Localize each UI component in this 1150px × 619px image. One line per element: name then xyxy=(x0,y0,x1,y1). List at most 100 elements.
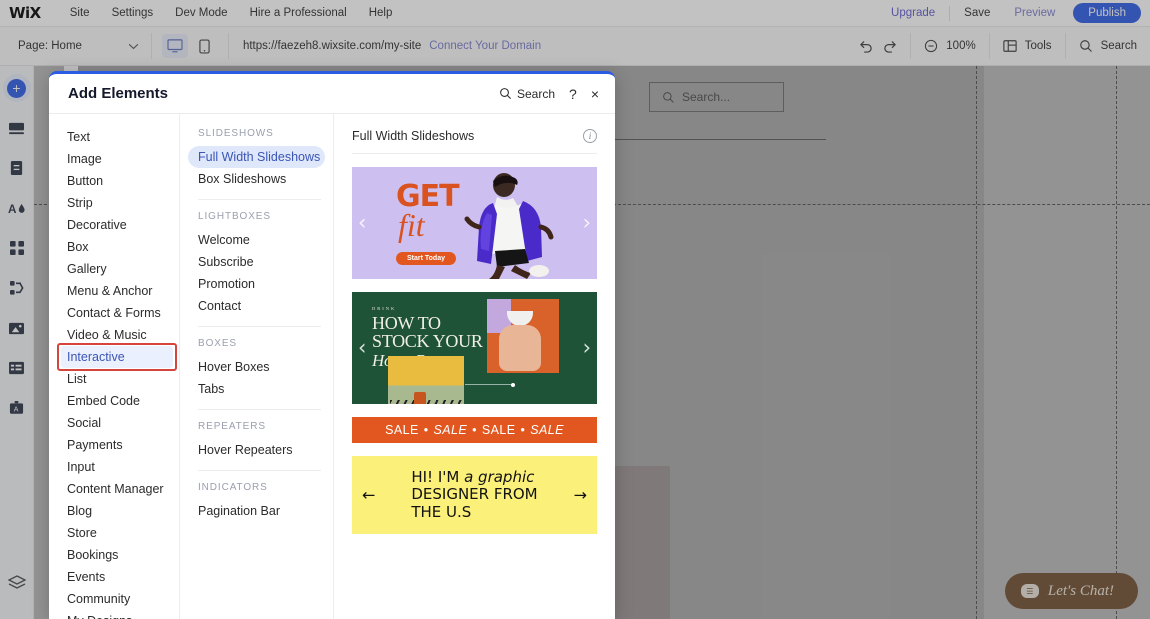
panel-search-button[interactable]: Search xyxy=(499,87,555,101)
category-menu-anchor[interactable]: Menu & Anchor xyxy=(49,280,179,302)
thumb-fitness-cta: Start Today xyxy=(396,252,456,265)
preview-column: Full Width Slideshows i GET fit Start To… xyxy=(334,114,615,619)
category-input[interactable]: Input xyxy=(49,456,179,478)
group-heading-lightboxes: LIGHTBOXES xyxy=(198,211,271,222)
site-design-button[interactable]: A xyxy=(3,194,31,222)
page-selector[interactable]: Page: Home xyxy=(0,27,151,66)
top-menu-bar: WiX Site Settings Dev Mode Hire a Profes… xyxy=(0,0,1150,27)
category-image[interactable]: Image xyxy=(49,148,179,170)
group-heading-indicators: INDICATORS xyxy=(198,482,268,493)
wix-editor-screen: Search... Portfolio d! The Flat t ious ☰… xyxy=(0,0,1150,619)
slideshow-thumb-designer[interactable]: ← HI! I'M a graphic DESIGNER FROM THE U.… xyxy=(352,456,597,534)
subitem-contact[interactable]: Contact xyxy=(180,295,333,317)
category-blog[interactable]: Blog xyxy=(49,500,179,522)
thumb-prev-arrow[interactable]: ‹ xyxy=(358,337,366,359)
category-community[interactable]: Community xyxy=(49,588,179,610)
subitem-hover-repeaters[interactable]: Hover Repeaters xyxy=(180,439,333,461)
category-list[interactable]: List xyxy=(49,368,179,390)
top-bar-actions: Upgrade Save Preview Publish xyxy=(879,3,1150,23)
subitem-subscribe[interactable]: Subscribe xyxy=(180,251,333,273)
subitem-tabs[interactable]: Tabs xyxy=(180,378,333,400)
connect-domain-link[interactable]: Connect Your Domain xyxy=(429,40,541,52)
info-icon[interactable]: i xyxy=(583,129,597,143)
zoom-control[interactable]: 100% xyxy=(911,27,988,66)
sale-text-3: SALE xyxy=(481,423,516,437)
close-icon[interactable]: × xyxy=(591,87,599,101)
designer-arrow-right[interactable]: → xyxy=(574,486,587,505)
menu-item-site[interactable]: Site xyxy=(59,0,101,27)
apps-market-button[interactable] xyxy=(3,234,31,262)
subitem-promotion[interactable]: Promotion xyxy=(180,273,333,295)
zoom-level: 100% xyxy=(946,40,976,52)
editor-search-button[interactable]: Search xyxy=(1066,27,1150,66)
designer-text: HI! I'M a graphic DESIGNER FROM THE U.S xyxy=(411,469,537,521)
wix-logo[interactable]: WiX xyxy=(9,4,41,22)
editor-toolbar: Page: Home https://faezeh8.wixsite.com/m… xyxy=(0,27,1150,66)
thumb-next-arrow[interactable]: › xyxy=(583,212,591,234)
category-interactive[interactable]: Interactive xyxy=(57,343,177,371)
mobile-view-button[interactable] xyxy=(192,34,218,58)
category-my-designs[interactable]: My Designs xyxy=(49,610,179,619)
subitem-box-slideshows[interactable]: Box Slideshows xyxy=(180,168,333,190)
desktop-icon xyxy=(167,39,183,53)
category-contact-forms[interactable]: Contact & Forms xyxy=(49,302,179,324)
add-elements-button[interactable]: + xyxy=(2,74,31,102)
redo-icon[interactable] xyxy=(882,40,897,53)
add-elements-panel: Add Elements Search ? × Text Image Butto… xyxy=(49,71,615,619)
thumb-homebar-photo-left xyxy=(388,356,464,404)
layers-button[interactable] xyxy=(3,569,31,597)
add-section-button[interactable] xyxy=(3,114,31,142)
undo-icon[interactable] xyxy=(859,40,874,53)
thumb-homebar-photo-right xyxy=(487,299,559,373)
category-content-manager[interactable]: Content Manager xyxy=(49,478,179,500)
content-manager-button[interactable] xyxy=(3,354,31,382)
category-events[interactable]: Events xyxy=(49,566,179,588)
subitem-hover-boxes[interactable]: Hover Boxes xyxy=(180,356,333,378)
subitem-welcome[interactable]: Welcome xyxy=(180,229,333,251)
my-designs-button[interactable]: A xyxy=(3,394,31,422)
menu-item-help[interactable]: Help xyxy=(358,0,404,27)
category-payments[interactable]: Payments xyxy=(49,434,179,456)
slideshow-thumb-sale[interactable]: SALE • SALE • SALE • SALE xyxy=(352,417,597,443)
category-box[interactable]: Box xyxy=(49,236,179,258)
divider xyxy=(949,5,951,21)
subcategory-list: SLIDESHOWS Full Width Slideshows Box Sli… xyxy=(180,114,334,619)
subitem-full-width-slideshows[interactable]: Full Width Slideshows xyxy=(188,146,325,168)
category-decorative[interactable]: Decorative xyxy=(49,214,179,236)
menu-item-settings[interactable]: Settings xyxy=(101,0,165,27)
pages-menu-button[interactable] xyxy=(3,154,31,182)
sale-text-4: SALE xyxy=(530,423,564,437)
site-search-box[interactable]: Search... xyxy=(649,82,784,112)
category-gallery[interactable]: Gallery xyxy=(49,258,179,280)
preview-button[interactable]: Preview xyxy=(1002,7,1067,19)
subitem-pagination-bar[interactable]: Pagination Bar xyxy=(180,500,333,522)
slideshow-thumb-fitness[interactable]: GET fit Start Today ‹ › xyxy=(352,167,597,279)
category-embed-code[interactable]: Embed Code xyxy=(49,390,179,412)
category-button[interactable]: Button xyxy=(49,170,179,192)
my-business-button[interactable] xyxy=(3,274,31,302)
category-bookings[interactable]: Bookings xyxy=(49,544,179,566)
preview-header: Full Width Slideshows i xyxy=(352,129,597,143)
page-selector-label: Page: Home xyxy=(18,40,82,52)
media-manager-button[interactable] xyxy=(3,314,31,342)
desktop-view-button[interactable] xyxy=(161,34,188,58)
zoom-out-icon[interactable] xyxy=(924,39,938,53)
menu-item-hire-a-professional[interactable]: Hire a Professional xyxy=(239,0,358,27)
thumb-prev-arrow[interactable]: ‹ xyxy=(358,212,366,234)
chat-widget[interactable]: ☰ Let's Chat! xyxy=(1004,573,1138,609)
help-icon[interactable]: ? xyxy=(569,87,577,101)
category-strip[interactable]: Strip xyxy=(49,192,179,214)
category-social[interactable]: Social xyxy=(49,412,179,434)
save-button[interactable]: Save xyxy=(952,7,1002,19)
publish-button[interactable]: Publish xyxy=(1073,3,1141,23)
plus-icon: + xyxy=(7,78,26,98)
thumb-next-arrow[interactable]: › xyxy=(583,337,591,359)
designer-arrow-left[interactable]: ← xyxy=(362,486,375,505)
category-store[interactable]: Store xyxy=(49,522,179,544)
menu-item-dev-mode[interactable]: Dev Mode xyxy=(164,0,238,27)
slideshow-thumb-homebar[interactable]: DRINK HOW TO STOCK YOUR Home Bar xyxy=(352,292,597,404)
tools-button[interactable]: Tools xyxy=(990,27,1065,66)
upgrade-link[interactable]: Upgrade xyxy=(879,7,947,19)
designer-line1-a: HI! I'M xyxy=(411,468,465,487)
category-text[interactable]: Text xyxy=(49,126,179,148)
